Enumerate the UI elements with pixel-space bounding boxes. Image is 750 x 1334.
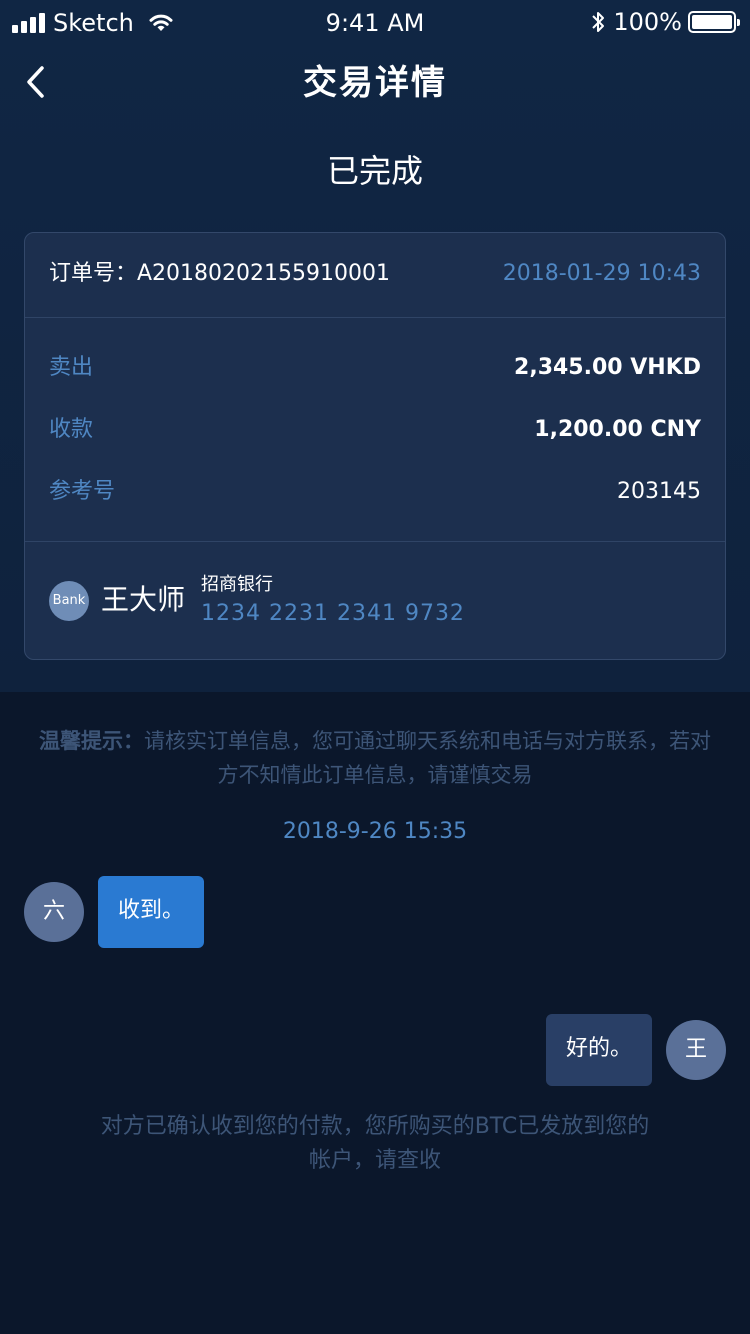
- tip-prefix: 温馨提示：: [39, 729, 144, 753]
- avatar[interactable]: 王: [666, 1020, 726, 1080]
- order-number: 订单号：A20180202155910001: [49, 261, 391, 286]
- page-title: 交易详情: [303, 63, 447, 103]
- bluetooth-icon: [592, 12, 605, 32]
- order-status: 已完成: [326, 152, 423, 190]
- payee-name: 王大师: [101, 583, 186, 616]
- bank-name: 招商银行: [201, 574, 273, 595]
- order-header: 订单号：A20180202155910001 2018-01-29 10:43: [25, 233, 725, 317]
- card-divider: [25, 317, 725, 318]
- reference-value: 203145: [617, 479, 701, 504]
- sell-value: 2,345.00 VHKD: [514, 355, 701, 380]
- receive-value: 1,200.00 CNY: [534, 417, 701, 442]
- warm-tip: 温馨提示：请核实订单信息，您可通过聊天系统和电话与对方联系，若对方不知情此订单信…: [38, 724, 712, 792]
- sell-label: 卖出: [49, 355, 94, 380]
- status-right: 100%: [591, 8, 740, 36]
- battery-icon: [688, 11, 740, 33]
- receive-row: 收款 1,200.00 CNY: [49, 411, 701, 451]
- bank-account: 1234 2231 2341 9732: [201, 601, 465, 626]
- nav-bar: 交易详情: [0, 52, 750, 114]
- chat-timestamp: 2018-9-26 15:35: [282, 819, 468, 844]
- battery-percent: 100%: [613, 8, 682, 36]
- reference-label: 参考号: [49, 479, 116, 504]
- message-bubble-incoming[interactable]: 收到。: [98, 876, 205, 948]
- receive-label: 收款: [49, 417, 94, 442]
- order-date: 2018-01-29 10:43: [502, 261, 701, 286]
- bank-icon: Bank: [49, 581, 89, 621]
- payment-confirmation: 对方已确认收到您的付款，您所购买的BTC已发放到您的帐户，请查收: [100, 1114, 650, 1173]
- card-divider: [25, 541, 725, 542]
- reference-row: 参考号 203145: [49, 473, 701, 513]
- sell-row: 卖出 2,345.00 VHKD: [49, 349, 701, 389]
- message-bubble-outgoing[interactable]: 好的。: [545, 1014, 652, 1086]
- status-bar: Sketch 9:41 AM 100%: [0, 0, 750, 44]
- avatar[interactable]: 六: [24, 882, 84, 942]
- tip-text: 请核实订单信息，您可通过聊天系统和电话与对方联系，若对方不知情此订单信息，请谨慎…: [144, 729, 711, 787]
- order-card: 订单号：A20180202155910001 2018-01-29 10:43 …: [24, 232, 726, 660]
